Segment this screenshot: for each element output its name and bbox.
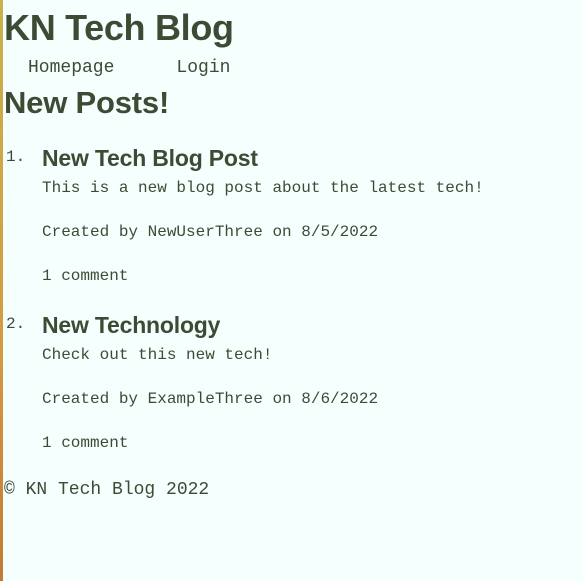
post-meta: Created by NewUserThree on 8/5/2022	[42, 223, 379, 241]
left-border-accent	[0, 0, 3, 581]
copyright-text: © KN Tech Blog 2022	[4, 480, 210, 500]
post-item[interactable]: 1. New Tech Blog Post This is a new blog…	[0, 144, 583, 286]
post-number: 2.	[6, 315, 26, 333]
post-number: 1.	[6, 148, 26, 166]
post-item[interactable]: 2. New Technology Check out this new tec…	[0, 311, 583, 453]
post-body: Check out this new tech!	[42, 346, 273, 364]
main-nav: Homepage Login	[4, 58, 583, 78]
section-title: New Posts!	[4, 85, 170, 120]
main-content: New Posts! 1. New Tech Blog Post This is…	[0, 86, 583, 453]
site-header: KN Tech Blog Homepage Login	[0, 0, 583, 79]
post-list: 1. New Tech Blog Post This is a new blog…	[0, 144, 583, 453]
nav-link-login[interactable]: Login	[176, 58, 230, 78]
post-comment-count[interactable]: 1 comment	[42, 433, 583, 453]
post-comment-count[interactable]: 1 comment	[42, 266, 583, 286]
nav-link-homepage[interactable]: Homepage	[28, 58, 114, 78]
site-footer: © KN Tech Blog 2022	[0, 480, 583, 500]
post-meta: Created by ExampleThree on 8/6/2022	[42, 390, 379, 408]
post-body: This is a new blog post about the latest…	[42, 179, 484, 197]
post-title[interactable]: New Technology	[42, 311, 583, 339]
site-title: KN Tech Blog	[4, 7, 234, 48]
post-title[interactable]: New Tech Blog Post	[42, 144, 583, 172]
